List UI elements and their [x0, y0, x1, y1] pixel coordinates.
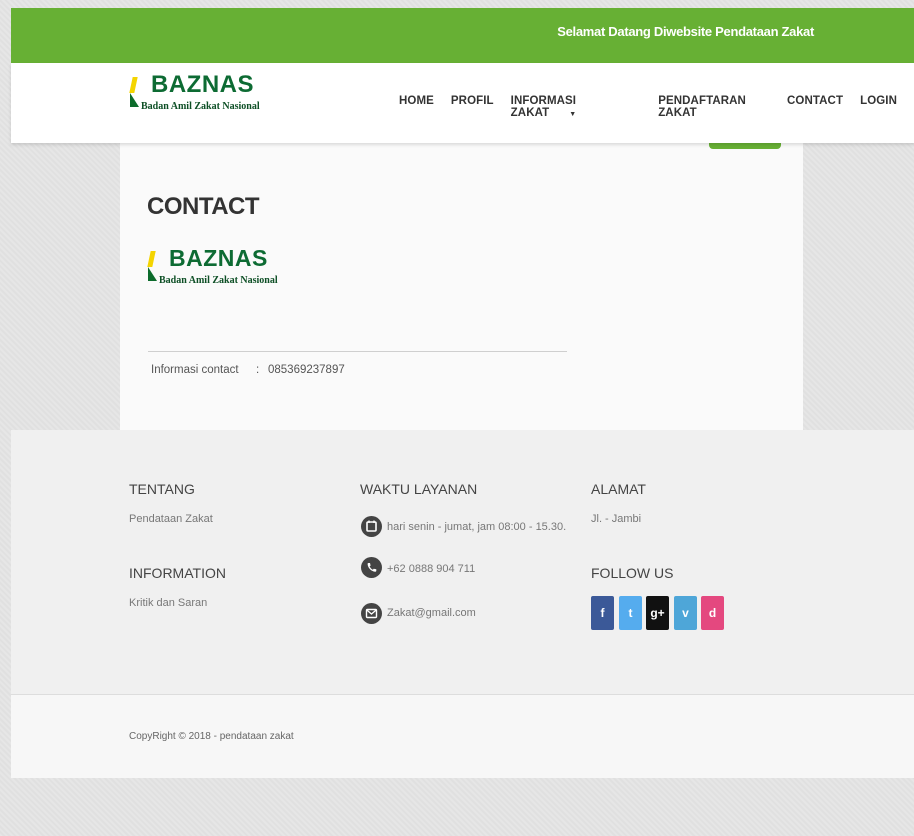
facebook-icon[interactable]: f [591, 596, 614, 630]
logo-brand-name: BAZNAS [169, 245, 268, 271]
footer-information-heading: INFORMATION [129, 565, 226, 581]
top-bar: Selamat Datang Diwebsite Pendataan Zakat [11, 8, 914, 63]
vimeo-icon[interactable]: v [674, 596, 697, 630]
content-baznas-logo: BAZNAS Badan Amil Zakat Nasional [147, 245, 278, 293]
nav-pendaftaran-zakat[interactable]: PENDAFTARAN ZAKAT [658, 95, 770, 119]
nav-home[interactable]: HOME [399, 95, 434, 119]
footer-tentang-heading: TENTANG [129, 481, 195, 497]
contact-info-value: 085369237897 [268, 364, 345, 376]
logo-brand-name: BAZNAS [151, 71, 254, 98]
footer-waktu-heading: WAKTU LAYANAN [360, 481, 478, 497]
footer-follow-heading: FOLLOW US [591, 565, 674, 581]
nav-informasi-zakat[interactable]: INFORMASI ZAKAT ▼ [511, 95, 642, 119]
footer [11, 430, 914, 694]
baznas-logo[interactable]: BAZNAS Badan Amil Zakat Nasional [129, 71, 269, 117]
nav-informasi-label: INFORMASI ZAKAT [510, 95, 577, 119]
logo-brand-subtitle: Badan Amil Zakat Nasional [159, 275, 278, 286]
nav-login[interactable]: LOGIN [860, 95, 897, 119]
baznas-flag-icon [129, 77, 139, 109]
googleplus-icon[interactable]: g+ [646, 596, 669, 630]
phone-icon [361, 557, 382, 578]
footer-alamat-text: Jl. - Jambi [591, 513, 642, 525]
dribbble-icon[interactable]: d [701, 596, 724, 630]
calendar-icon [361, 516, 382, 537]
baznas-flag-icon [147, 251, 157, 283]
welcome-text: Selamat Datang Diwebsite Pendataan Zakat [557, 24, 814, 39]
main-menu: HOME PROFIL INFORMASI ZAKAT ▼ PENDAFTARAN… [399, 95, 914, 119]
contact-info-colon: : [256, 364, 260, 376]
service-email[interactable]: Zakat@gmail.com [387, 607, 476, 619]
envelope-icon [361, 603, 382, 624]
nav-profil[interactable]: PROFIL [451, 95, 494, 119]
contact-info-label: Informasi contact [151, 364, 239, 376]
page-title: CONTACT [147, 193, 260, 220]
nav-contact[interactable]: CONTACT [787, 95, 843, 119]
service-phone: +62 0888 904 711 [387, 563, 476, 575]
logo-brand-subtitle: Badan Amil Zakat Nasional [141, 101, 260, 112]
copyright-text: CopyRight © 2018 - pendataan zakat [129, 731, 294, 742]
footer-information-link[interactable]: Kritik dan Saran [129, 597, 207, 609]
footer-alamat-heading: ALAMAT [591, 481, 646, 497]
contact-divider [148, 351, 567, 352]
twitter-icon[interactable]: t [619, 596, 642, 630]
caret-down-icon: ▼ [569, 111, 577, 118]
service-hours: hari senin - jumat, jam 08:00 - 15.30. [387, 521, 567, 533]
footer-tentang-link[interactable]: Pendataan Zakat [129, 513, 213, 525]
navbar: BAZNAS Badan Amil Zakat Nasional HOME PR… [11, 63, 914, 143]
